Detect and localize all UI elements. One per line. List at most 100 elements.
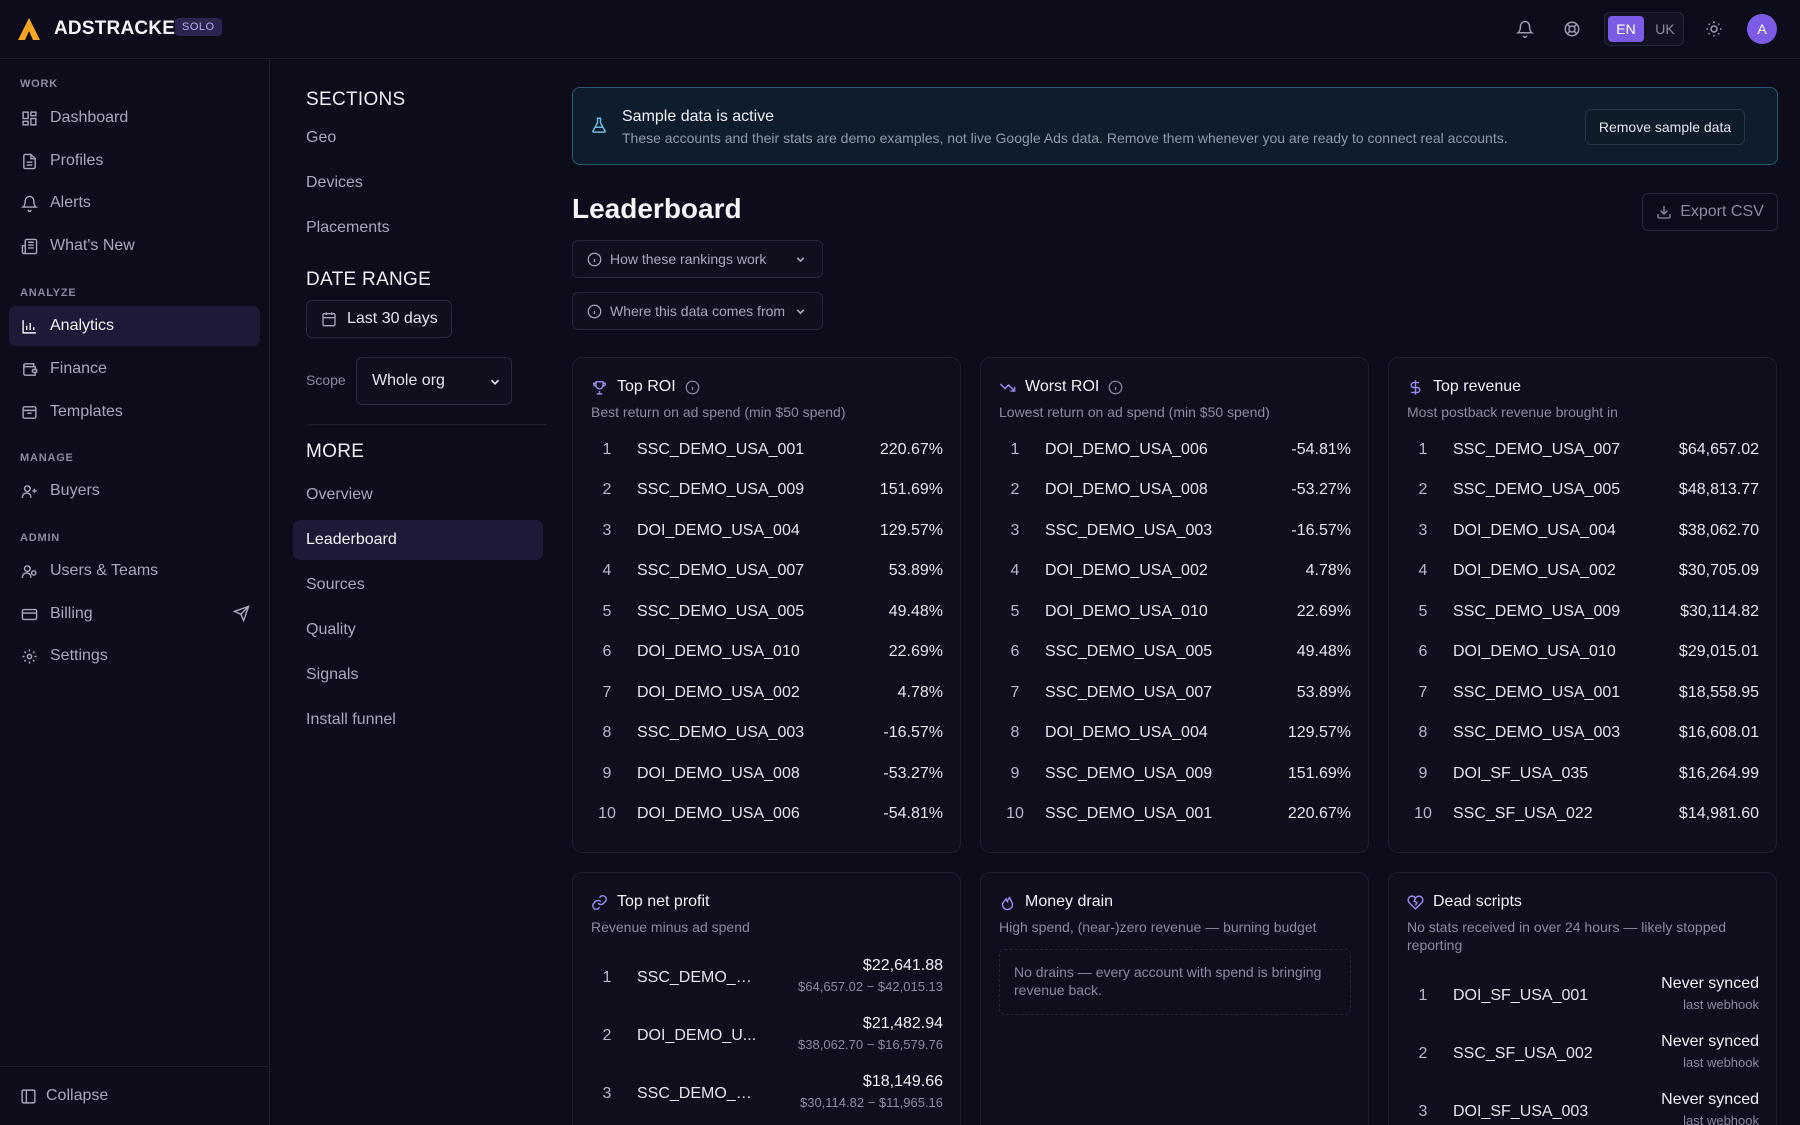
table-row[interactable]: 10 SSC_DEMO_USA_001 220.67% [999,794,1351,834]
date-range-button[interactable]: Last 30 days [306,300,452,338]
sidebar-item-billing[interactable]: Billing [9,594,260,634]
date-range-title: DATE RANGE [306,269,432,290]
metric-value: 151.69% [1287,765,1351,782]
section-geo[interactable]: Geo [293,118,543,158]
table-row[interactable]: 2 SSC_DEMO_USA_009 151.69% [591,470,943,510]
rank: 4 [1010,562,1020,579]
table-row[interactable]: 3 DOI_DEMO_USA_004 $38,062.70 [1407,511,1759,551]
table-row[interactable]: 3 SSC_DEMO_USA_003 -16.57% [999,511,1351,551]
rank: 1 [1418,441,1428,458]
table-row[interactable]: 10 SSC_SF_USA_022 $14,981.60 [1407,794,1759,834]
rankings-info-accordion[interactable]: How these rankings work [572,240,823,278]
section-placements[interactable]: Placements [293,208,543,248]
table-row[interactable]: 2 SSC_SF_USA_002 Never synced last webho… [1407,1025,1759,1083]
collapse-button[interactable]: Collapse [0,1066,270,1125]
more-sources[interactable]: Sources [293,565,543,605]
more-leaderboard[interactable]: Leaderboard [293,520,543,560]
rank: 8 [1010,724,1020,741]
table-row[interactable]: 8 DOI_DEMO_USA_004 129.57% [999,713,1351,753]
bell-icon[interactable] [1510,14,1540,44]
sidebar-item-settings[interactable]: Settings [9,636,260,676]
sidebar-item-users-teams[interactable]: Users & Teams [9,551,260,591]
account-name: SSC_DEMO_U... [637,1085,757,1102]
info-icon[interactable] [685,380,700,395]
data-source-accordion[interactable]: Where this data comes from [572,292,823,330]
lang-uk-button[interactable]: UK [1649,16,1681,42]
template-icon [19,402,39,422]
export-csv-button[interactable]: Export CSV [1642,193,1778,231]
more-signals[interactable]: Signals [293,655,543,695]
table-row[interactable]: 4 DOI_DEMO_USA_002 $30,705.09 [1407,551,1759,591]
section-devices[interactable]: Devices [293,163,543,203]
logo-icon [18,18,40,40]
credit-card-icon [19,604,39,624]
table-row[interactable]: 6 SSC_DEMO_USA_005 49.48% [999,632,1351,672]
rank: 1 [1010,441,1020,458]
metric-value: $14,981.60 [1678,805,1759,822]
metric-detail: $64,657.02 − $42,015.13 [798,979,943,994]
table-row[interactable]: 10 DOI_DEMO_USA_006 -54.81% [591,794,943,834]
sun-icon[interactable] [1699,14,1729,44]
account-name: DOI_DEMO_USA_006 [1045,441,1208,458]
account-name: DOI_DEMO_USA_010 [1453,643,1616,660]
table-row[interactable]: 1 SSC_DEMO_U... $22,641.88 $64,657.02 − … [591,949,943,1007]
table-row[interactable]: 2 DOI_DEMO_U... $21,482.94 $38,062.70 − … [591,1007,943,1065]
account-name: SSC_DEMO_USA_003 [637,724,805,741]
sidebar-item-templates[interactable]: Templates [9,392,260,432]
sidebar-item-buyers[interactable]: Buyers [9,471,260,511]
dollar-icon [1407,379,1424,396]
sidebar-item-alerts[interactable]: Alerts [9,183,260,223]
scope-select[interactable]: Whole org [356,357,512,405]
table-row[interactable]: 8 SSC_DEMO_USA_003 $16,608.01 [1407,713,1759,753]
more-quality[interactable]: Quality [293,610,543,650]
table-row[interactable]: 6 DOI_DEMO_USA_010 22.69% [591,632,943,672]
table-row[interactable]: 1 DOI_SF_USA_001 Never synced last webho… [1407,967,1759,1025]
table-row[interactable]: 2 SSC_DEMO_USA_005 $48,813.77 [1407,470,1759,510]
sidebar-item-profiles[interactable]: Profiles [9,141,260,181]
metric-value: -16.57% [1291,522,1351,539]
sidebar-item-analytics[interactable]: Analytics [9,306,260,346]
table-row[interactable]: 1 SSC_DEMO_USA_001 220.67% [591,430,943,470]
avatar[interactable]: A [1747,14,1777,44]
table-row[interactable]: 9 SSC_DEMO_USA_009 151.69% [999,754,1351,794]
more-install-funnel[interactable]: Install funnel [293,700,543,740]
sections-title: SECTIONS [306,89,406,110]
table-row[interactable]: 7 SSC_DEMO_USA_007 53.89% [999,673,1351,713]
sidebar-item-dashboard[interactable]: Dashboard [9,98,260,138]
table-row[interactable]: 5 DOI_DEMO_USA_010 22.69% [999,592,1351,632]
table-row[interactable]: 7 SSC_DEMO_USA_001 $18,558.95 [1407,673,1759,713]
remove-sample-data-button[interactable]: Remove sample data [1585,109,1745,145]
sidebar-item-finance[interactable]: Finance [9,349,260,389]
rank: 6 [1010,643,1020,660]
account-name: DOI_DEMO_USA_008 [637,765,800,782]
rank: 9 [1418,765,1428,782]
info-icon[interactable] [1108,380,1123,395]
account-name: DOI_DEMO_USA_004 [1045,724,1208,741]
table-row[interactable]: 8 SSC_DEMO_USA_003 -16.57% [591,713,943,753]
table-row[interactable]: 4 DOI_DEMO_USA_002 4.78% [999,551,1351,591]
table-row[interactable]: 7 DOI_DEMO_USA_002 4.78% [591,673,943,713]
metric-value: $16,264.99 [1678,765,1759,782]
metric-value: $48,813.77 [1678,481,1759,498]
table-row[interactable]: 2 DOI_DEMO_USA_008 -53.27% [999,470,1351,510]
table-row[interactable]: 5 SSC_DEMO_USA_005 49.48% [591,592,943,632]
more-overview[interactable]: Overview [293,475,543,515]
table-row[interactable]: 4 SSC_DEMO_USA_007 53.89% [591,551,943,591]
account-name: SSC_DEMO_USA_001 [637,441,805,458]
table-row[interactable]: 3 DOI_SF_USA_003 Never synced last webho… [1407,1083,1759,1125]
divider [306,424,546,425]
table-row[interactable]: 9 DOI_DEMO_USA_008 -53.27% [591,754,943,794]
sidebar-item-whats-new[interactable]: What's New [9,226,260,266]
table-row[interactable]: 6 DOI_DEMO_USA_010 $29,015.01 [1407,632,1759,672]
link-icon [591,894,608,911]
help-icon[interactable] [1557,14,1587,44]
table-row[interactable]: 3 SSC_DEMO_U... $18,149.66 $30,114.82 − … [591,1065,943,1123]
table-row[interactable]: 9 DOI_SF_USA_035 $16,264.99 [1407,754,1759,794]
table-row[interactable]: 3 DOI_DEMO_USA_004 129.57% [591,511,943,551]
empty-state: No drains — every account with spend is … [999,949,1351,1015]
table-row[interactable]: 1 DOI_DEMO_USA_006 -54.81% [999,430,1351,470]
lang-en-button[interactable]: EN [1608,16,1644,42]
table-row[interactable]: 1 SSC_DEMO_USA_007 $64,657.02 [1407,430,1759,470]
table-row[interactable]: 5 SSC_DEMO_USA_009 $30,114.82 [1407,592,1759,632]
account-name: SSC_DEMO_USA_003 [1045,522,1213,539]
